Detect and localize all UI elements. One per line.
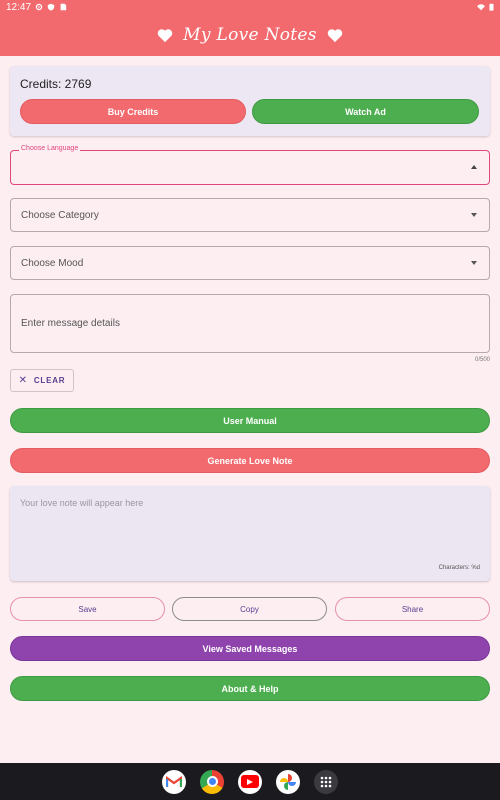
- youtube-icon[interactable]: [238, 769, 262, 794]
- buy-credits-button[interactable]: Buy Credits: [20, 99, 246, 124]
- language-select[interactable]: Choose Language: [10, 145, 490, 185]
- credits-balance: Credits: 2769: [20, 77, 92, 91]
- app-drawer-icon[interactable]: [314, 769, 338, 794]
- close-icon: ✕: [18, 375, 28, 386]
- chevron-down-icon: [471, 213, 477, 217]
- output-placeholder: Your love note will appear here: [20, 498, 144, 508]
- chrome-icon[interactable]: [200, 769, 224, 794]
- share-button[interactable]: Share: [335, 597, 490, 621]
- status-bar: 12:47: [0, 0, 500, 14]
- mood-placeholder: Choose Mood: [21, 258, 84, 269]
- category-select[interactable]: Choose Category: [10, 198, 490, 232]
- love-note-output: Your love note will appear here Characte…: [10, 486, 490, 581]
- copy-button[interactable]: Copy: [172, 597, 327, 621]
- status-left: 12:47: [6, 2, 67, 13]
- battery-icon: [489, 3, 494, 11]
- status-time: 12:47: [6, 1, 32, 13]
- navigation-bar: [0, 763, 500, 800]
- sim-card-icon: [60, 3, 67, 11]
- about-help-button[interactable]: About & Help: [10, 676, 490, 701]
- settings-icon: [35, 3, 43, 11]
- generate-love-note-button[interactable]: Generate Love Note: [10, 448, 490, 473]
- view-saved-messages-button[interactable]: View Saved Messages: [10, 636, 490, 661]
- save-button[interactable]: Save: [10, 597, 165, 621]
- status-right: [477, 3, 494, 11]
- message-details-input[interactable]: Enter message details: [10, 294, 490, 353]
- mood-select[interactable]: Choose Mood: [10, 246, 490, 280]
- watch-ad-button[interactable]: Watch Ad: [252, 99, 479, 124]
- category-placeholder: Choose Category: [21, 210, 99, 221]
- photos-icon[interactable]: [276, 769, 300, 794]
- language-label: Choose Language: [19, 145, 81, 152]
- chevron-up-icon: [471, 165, 477, 169]
- chevron-down-icon: [471, 261, 477, 265]
- clear-button[interactable]: ✕ CLEAR: [10, 369, 74, 392]
- heart-icon: [157, 28, 173, 42]
- user-manual-button[interactable]: User Manual: [10, 408, 490, 433]
- app-bar: My Love Notes: [0, 14, 500, 56]
- character-counter: 0/500: [474, 357, 490, 363]
- gmail-icon[interactable]: [162, 769, 186, 794]
- heart-icon: [327, 28, 343, 42]
- characters-count: Characters: %d: [438, 565, 480, 571]
- credits-card: Credits: 2769 Buy Credits Watch Ad: [10, 66, 490, 136]
- wifi-icon: [477, 4, 485, 11]
- details-placeholder: Enter message details: [21, 318, 120, 329]
- shield-icon: [47, 3, 55, 11]
- app-title: My Love Notes: [183, 25, 317, 45]
- clear-label: CLEAR: [33, 376, 66, 385]
